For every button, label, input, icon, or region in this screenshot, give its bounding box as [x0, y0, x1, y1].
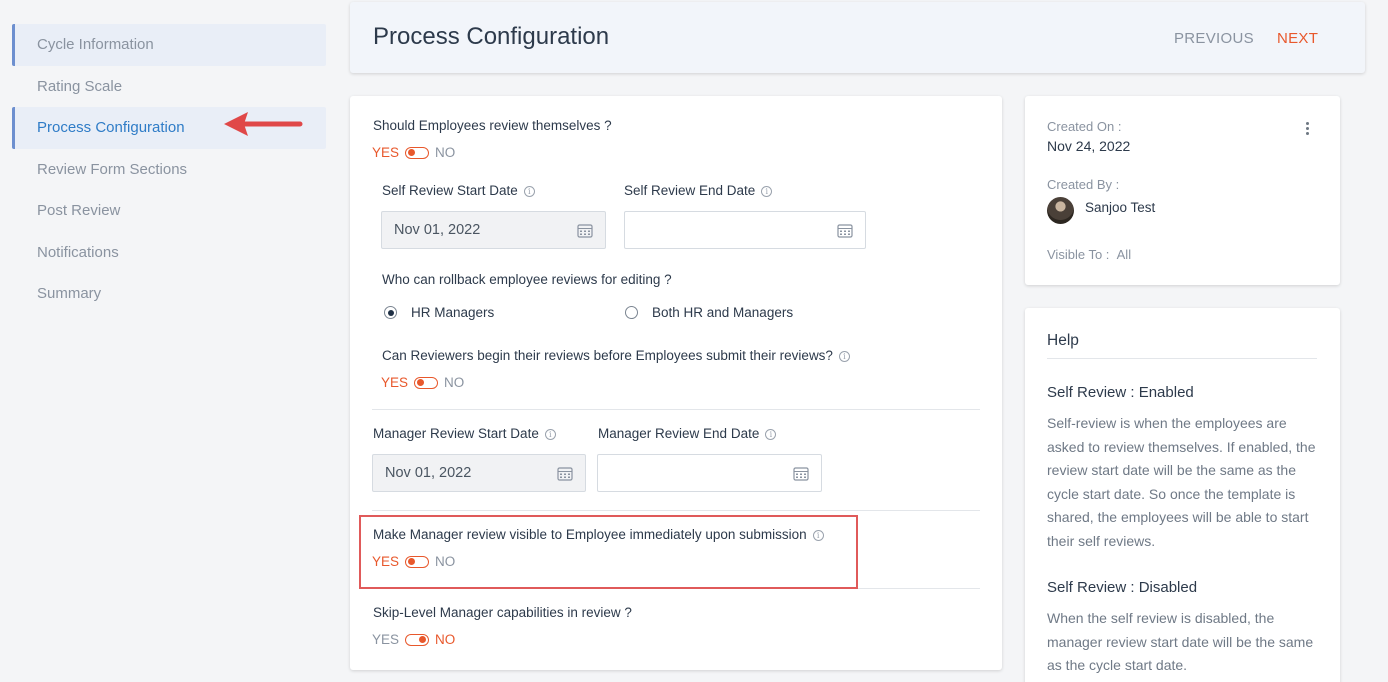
toggle-switch[interactable]	[405, 633, 430, 646]
manager-review-start-label: Manager Review Start Date i	[373, 426, 556, 441]
sidebar-item-rating-scale[interactable]: Rating Scale	[12, 66, 326, 108]
created-on-label: Created On :	[1047, 119, 1122, 134]
toggle-switch[interactable]	[405, 146, 430, 159]
radio-button[interactable]	[625, 306, 638, 319]
visible-to-value: All	[1116, 247, 1132, 262]
calendar-icon[interactable]	[793, 466, 809, 481]
help-text-disabled: When the self review is disabled, the ma…	[1047, 610, 1314, 674]
info-icon[interactable]: i	[838, 351, 850, 362]
self-review-toggle[interactable]: YES NO	[372, 145, 455, 160]
reviewers-begin-toggle[interactable]: YES NO	[381, 375, 464, 390]
manager-review-start-date-field[interactable]: Nov 01, 2022	[372, 454, 586, 492]
info-icon[interactable]: i	[544, 429, 556, 440]
radio-label: Both HR and Managers	[652, 305, 794, 320]
date-value: Nov 01, 2022	[394, 222, 481, 238]
radio-button[interactable]	[384, 306, 397, 319]
reviewers-begin-question: Can Reviewers begin their reviews before…	[382, 348, 850, 363]
info-icon[interactable]: i	[523, 186, 535, 197]
toggle-no-label: NO	[444, 375, 465, 390]
annotation-highlight-box	[359, 515, 858, 589]
annotation-arrow-icon	[224, 112, 303, 136]
calendar-icon[interactable]	[577, 223, 593, 238]
sidebar-item-summary[interactable]: Summary	[12, 273, 326, 315]
sidebar-item-notifications[interactable]: Notifications	[12, 232, 326, 274]
self-review-start-date-field[interactable]: Nov 01, 2022	[381, 211, 606, 249]
radio-both-hr-and-managers[interactable]: Both HR and Managers	[625, 305, 793, 320]
self-review-start-label: Self Review Start Date i	[382, 183, 535, 198]
self-review-question: Should Employees review themselves ?	[373, 118, 612, 133]
toggle-no-label: NO	[435, 632, 456, 647]
sidebar-item-review-form-sections[interactable]: Review Form Sections	[12, 149, 326, 191]
avatar	[1047, 197, 1074, 224]
created-on-value: Nov 24, 2022	[1047, 138, 1131, 154]
sidebar-item-cycle-information[interactable]: Cycle Information	[12, 24, 326, 66]
page-header: Process Configuration PREVIOUS NEXT	[350, 2, 1365, 73]
divider	[372, 510, 980, 511]
calendar-icon[interactable]	[557, 466, 573, 481]
divider	[372, 409, 980, 410]
page-title: Process Configuration	[373, 23, 610, 50]
sidebar-item-post-review[interactable]: Post Review	[12, 190, 326, 232]
self-review-end-label: Self Review End Date i	[624, 183, 773, 198]
info-icon[interactable]: i	[765, 429, 777, 440]
help-heading-enabled: Self Review : Enabled	[1047, 384, 1194, 401]
skip-level-question: Skip-Level Manager capabilities in revie…	[373, 605, 632, 620]
visible-to: Visible To : All	[1047, 247, 1132, 262]
self-review-end-date-field[interactable]	[624, 211, 866, 249]
next-button[interactable]: NEXT	[1277, 30, 1318, 47]
help-title: Help	[1047, 332, 1079, 349]
created-by-label: Created By :	[1047, 177, 1120, 192]
sidebar: Cycle Information Rating Scale Process C…	[12, 24, 326, 315]
calendar-icon[interactable]	[837, 223, 853, 238]
template-meta-card: Created On : Nov 24, 2022 Created By : S…	[1025, 96, 1340, 285]
info-icon[interactable]: i	[761, 186, 773, 197]
divider	[1047, 358, 1317, 359]
manager-review-end-label: Manager Review End Date i	[598, 426, 777, 441]
help-panel: Help Self Review : Enabled Self-review i…	[1025, 308, 1340, 682]
manager-review-end-date-field[interactable]	[597, 454, 822, 492]
toggle-yes-label: YES	[381, 375, 409, 390]
more-options-icon[interactable]	[1306, 122, 1310, 137]
skip-level-toggle[interactable]: YES NO	[372, 632, 455, 647]
help-heading-disabled: Self Review : Disabled	[1047, 579, 1198, 596]
toggle-yes-label: YES	[372, 145, 400, 160]
radio-hr-managers[interactable]: HR Managers	[384, 305, 494, 320]
help-text-enabled: Self-review is when the employees are as…	[1047, 415, 1316, 549]
toggle-yes-label: YES	[372, 632, 400, 647]
toggle-switch[interactable]	[414, 376, 439, 389]
created-by-value: Sanjoo Test	[1085, 200, 1156, 215]
date-value: Nov 01, 2022	[385, 465, 472, 481]
toggle-no-label: NO	[435, 145, 456, 160]
rollback-question: Who can rollback employee reviews for ed…	[382, 272, 672, 287]
previous-button[interactable]: PREVIOUS	[1174, 30, 1254, 47]
radio-label: HR Managers	[411, 305, 495, 320]
